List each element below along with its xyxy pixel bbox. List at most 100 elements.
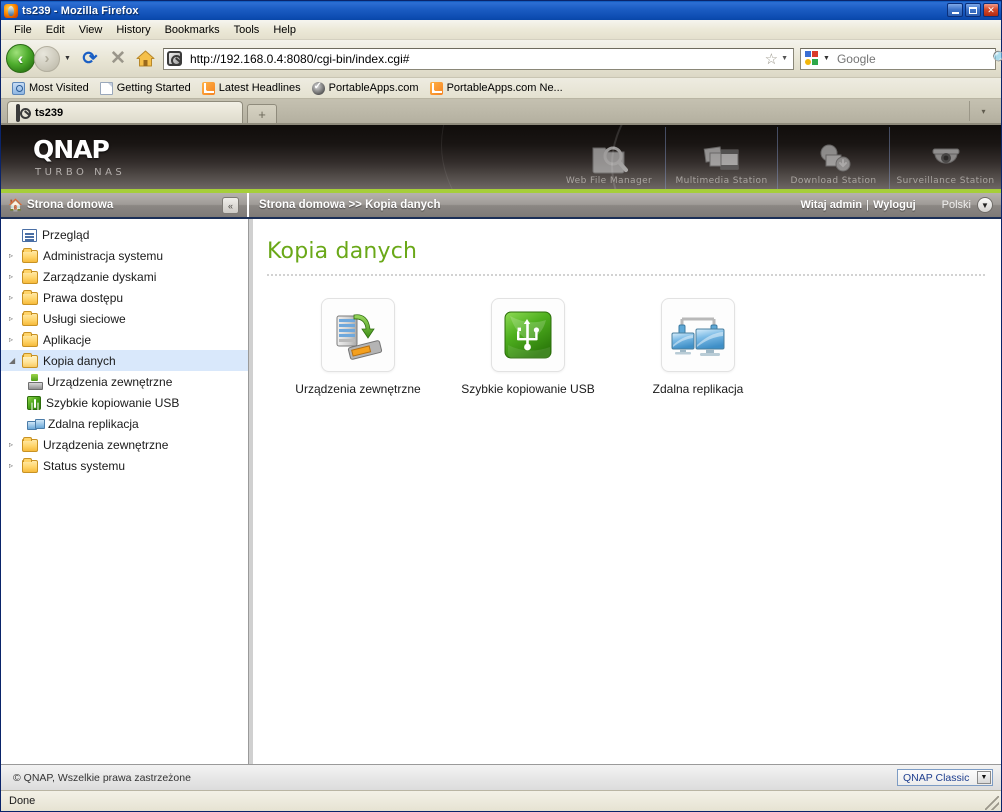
search-icon[interactable]: 🔍 bbox=[992, 50, 1002, 67]
sidebar-item-urzadzenia-zewnetrzne[interactable]: ▹ Urządzenia zewnętrzne bbox=[1, 434, 248, 455]
app-label: Multimedia Station bbox=[675, 176, 768, 186]
site-identity-icon bbox=[166, 50, 184, 68]
sidebar-item-aplikacje[interactable]: ▹ Aplikacje bbox=[1, 329, 248, 350]
dome-camera-icon bbox=[926, 138, 966, 176]
home-button[interactable] bbox=[133, 46, 159, 72]
logo-subtext: TURBO NAS bbox=[35, 167, 126, 178]
sidebar-item-prawa-dostepu[interactable]: ▹ Prawa dostępu bbox=[1, 287, 248, 308]
url-dropdown-icon[interactable]: ▼ bbox=[781, 55, 788, 62]
skin-select[interactable]: QNAP Classic ▼ bbox=[897, 769, 993, 786]
remote-replication-icon bbox=[27, 417, 45, 431]
url-input[interactable] bbox=[187, 51, 765, 66]
minimize-button[interactable] bbox=[947, 3, 963, 17]
menu-file[interactable]: File bbox=[7, 22, 39, 38]
tile-urzadzenia-zewnetrzne[interactable]: Urządzenia zewnętrzne bbox=[295, 298, 421, 396]
app-web-file-manager[interactable]: Web File Manager bbox=[553, 127, 665, 189]
sidebar-item-label: Szybkie kopiowanie USB bbox=[46, 395, 180, 410]
expand-arrow-icon[interactable]: ▹ bbox=[9, 293, 22, 302]
page-body: ▹ Przegląd ▹ Administracja systemu ▹ Zar… bbox=[1, 219, 1001, 764]
history-dropdown-icon[interactable]: ▼ bbox=[64, 55, 71, 62]
bookmark-portableapps-news[interactable]: PortableApps.com Ne... bbox=[425, 81, 568, 96]
app-multimedia-station[interactable]: Multimedia Station bbox=[665, 127, 777, 189]
list-all-tabs-button[interactable]: ▾ bbox=[969, 101, 997, 121]
stop-button[interactable]: ✕ bbox=[105, 46, 131, 72]
back-button[interactable]: ‹ bbox=[6, 44, 35, 73]
collapse-sidebar-button[interactable]: « bbox=[222, 197, 239, 214]
expand-arrow-icon[interactable]: ▹ bbox=[9, 440, 22, 449]
bookmark-portableapps[interactable]: PortableApps.com bbox=[307, 81, 424, 96]
new-tab-button[interactable]: + bbox=[247, 104, 277, 123]
app-surveillance-station[interactable]: Surveillance Station bbox=[889, 127, 1001, 189]
url-bar[interactable]: ☆ ▼ bbox=[162, 47, 794, 70]
skin-select-value: QNAP Classic bbox=[903, 771, 970, 784]
tab-ts239[interactable]: ts239 bbox=[7, 101, 243, 123]
bookmark-star-icon[interactable]: ☆ bbox=[765, 50, 778, 68]
sidebar-item-zdalna-replikacja[interactable]: Zdalna replikacja bbox=[1, 413, 248, 434]
search-bar[interactable]: ▼ 🔍 bbox=[800, 47, 1002, 70]
home-icon: 🏠 bbox=[8, 198, 23, 212]
folder-search-icon bbox=[589, 138, 629, 176]
sidebar-item-label: Administracja systemu bbox=[43, 248, 164, 263]
close-button[interactable]: ✕ bbox=[983, 3, 999, 17]
collapse-arrow-icon[interactable]: ◢ bbox=[9, 356, 22, 365]
maximize-button[interactable] bbox=[965, 3, 981, 17]
tile-zdalna-replikacja[interactable]: Zdalna replikacja bbox=[645, 298, 751, 396]
chevron-down-icon[interactable]: ▼ bbox=[977, 771, 991, 784]
breadcrumb-bar: Strona domowa >> Kopia danych Witaj admi… bbox=[249, 193, 1001, 217]
search-input[interactable] bbox=[833, 51, 992, 66]
qnap-logo[interactable]: QNAP TURBO NAS bbox=[33, 135, 125, 178]
resize-grip[interactable] bbox=[985, 796, 999, 810]
photos-film-icon bbox=[702, 138, 742, 176]
sidebar-item-kopia-danych[interactable]: ◢ Kopia danych bbox=[1, 350, 248, 371]
sidebar-item-status-systemu[interactable]: ▹ Status systemu bbox=[1, 455, 248, 476]
sidebar-item-label: Urządzenia zewnętrzne bbox=[47, 374, 173, 389]
tab-label: ts239 bbox=[35, 106, 64, 119]
rss-icon bbox=[429, 81, 443, 95]
sidebar-item-label: Zarządzanie dyskami bbox=[43, 269, 157, 284]
browser-status-bar: Done bbox=[1, 790, 1001, 811]
folder-icon bbox=[22, 290, 38, 305]
bookmark-latest-headlines[interactable]: Latest Headlines bbox=[197, 81, 306, 96]
expand-arrow-icon[interactable]: ▹ bbox=[9, 335, 22, 344]
sidebar-item-przeglad[interactable]: ▹ Przegląd bbox=[1, 224, 248, 245]
bookmark-label: Getting Started bbox=[116, 82, 191, 94]
chevron-down-icon[interactable]: ▼ bbox=[977, 197, 993, 213]
expand-arrow-icon[interactable]: ▹ bbox=[9, 314, 22, 323]
sidebar-header-label: Strona domowa bbox=[26, 199, 114, 211]
expand-arrow-icon[interactable]: ▹ bbox=[9, 272, 22, 281]
menu-bookmarks[interactable]: Bookmarks bbox=[158, 22, 227, 38]
server-backup-icon bbox=[321, 298, 395, 372]
firefox-icon bbox=[4, 3, 18, 18]
rss-icon bbox=[201, 81, 215, 95]
tile-label: Zdalna replikacja bbox=[652, 382, 744, 396]
language-label[interactable]: Polski bbox=[942, 199, 971, 211]
search-engine-dropdown-icon[interactable]: ▼ bbox=[823, 55, 830, 62]
sidebar-item-szybkie-kopiowanie-usb[interactable]: Szybkie kopiowanie USB bbox=[1, 392, 248, 413]
menu-edit[interactable]: Edit bbox=[39, 22, 72, 38]
logout-link[interactable]: Wyloguj bbox=[873, 199, 916, 211]
app-download-station[interactable]: Download Station bbox=[777, 127, 889, 189]
menu-history[interactable]: History bbox=[109, 22, 157, 38]
menu-view[interactable]: View bbox=[72, 22, 110, 38]
tile-label: Szybkie kopiowanie USB bbox=[461, 382, 595, 396]
tile-szybkie-kopiowanie-usb[interactable]: Szybkie kopiowanie USB bbox=[461, 298, 595, 396]
forward-button[interactable]: › bbox=[34, 45, 60, 72]
reload-button[interactable]: ⟳ bbox=[77, 46, 103, 72]
sidebar-item-zarzadzanie-dyskami[interactable]: ▹ Zarządzanie dyskami bbox=[1, 266, 248, 287]
bookmarks-toolbar: Most Visited Getting Started Latest Head… bbox=[1, 78, 1001, 99]
sidebar-item-urzadzenia-zewnetrzne-child[interactable]: Urządzenia zewnętrzne bbox=[1, 371, 248, 392]
bookmark-getting-started[interactable]: Getting Started bbox=[95, 81, 196, 96]
folder-open-icon bbox=[22, 353, 38, 368]
content-inner: Kopia danych Urządzenia zewnętrzne Szybk… bbox=[253, 219, 1001, 396]
expand-arrow-icon[interactable]: ▹ bbox=[9, 461, 22, 470]
menu-help[interactable]: Help bbox=[266, 22, 303, 38]
tile-label: Urządzenia zewnętrzne bbox=[295, 382, 421, 396]
sidebar-item-uslugi-sieciowe[interactable]: ▹ Usługi sieciowe bbox=[1, 308, 248, 329]
expand-arrow-icon[interactable]: ▹ bbox=[9, 251, 22, 260]
qnap-banner: QNAP TURBO NAS Web File Manager Multimed… bbox=[1, 125, 1001, 193]
sidebar-item-administracja-systemu[interactable]: ▹ Administracja systemu bbox=[1, 245, 248, 266]
menu-tools[interactable]: Tools bbox=[227, 22, 267, 38]
bookmark-most-visited[interactable]: Most Visited bbox=[7, 81, 94, 96]
page-icon bbox=[99, 81, 113, 95]
sidebar-navigation: ▹ Przegląd ▹ Administracja systemu ▹ Zar… bbox=[1, 219, 249, 764]
